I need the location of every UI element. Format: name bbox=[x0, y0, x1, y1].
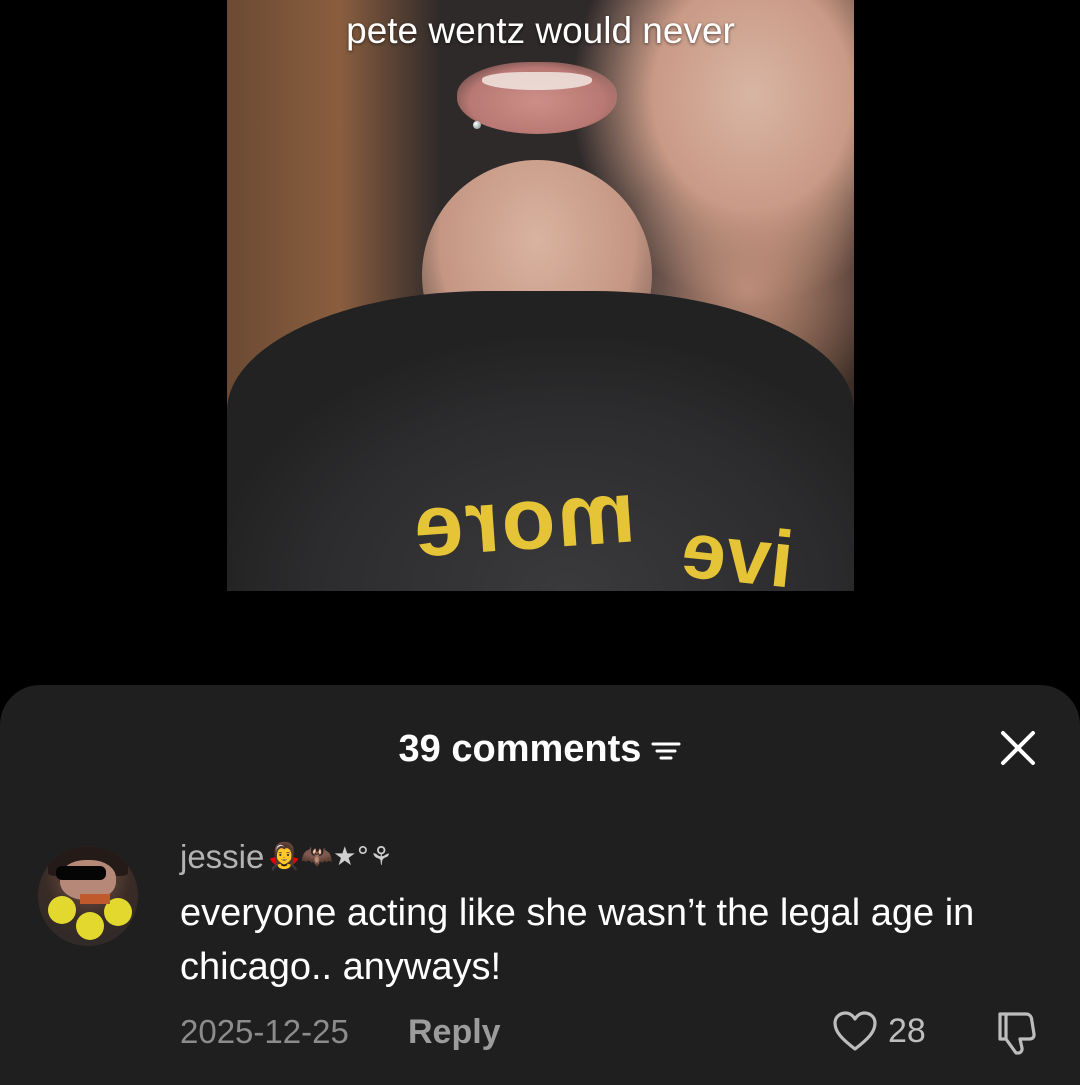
comments-count-button[interactable]: 39 comments bbox=[399, 728, 682, 771]
avatar-sunglasses bbox=[56, 866, 106, 880]
video-player[interactable]: more ive pete wentz would never bbox=[227, 0, 854, 591]
avatar-plush bbox=[76, 912, 104, 940]
like-count: 28 bbox=[888, 1011, 926, 1050]
filter-lines-icon bbox=[651, 742, 681, 759]
comment-text: everyone acting like she wasn’t the lega… bbox=[180, 892, 975, 988]
username-text: jessie bbox=[180, 838, 265, 875]
avatar-tag bbox=[80, 894, 110, 904]
shirt-print-left: more bbox=[408, 461, 639, 576]
heart-outline-icon bbox=[833, 1011, 877, 1051]
comment-date: 2025-12-25 bbox=[180, 1013, 349, 1050]
username-emojis: 🧛‍♀️🦇★°⚘ bbox=[268, 842, 393, 872]
like-button[interactable]: 28 bbox=[832, 1010, 926, 1052]
video-frame-piercing bbox=[473, 121, 481, 129]
video-caption: pete wentz would never bbox=[346, 10, 735, 51]
comments-header: 39 comments bbox=[0, 728, 1080, 771]
thumbs-down-outline-icon[interactable] bbox=[992, 1008, 1042, 1058]
comments-count-label: 39 comments bbox=[398, 728, 642, 770]
close-icon bbox=[1001, 731, 1035, 765]
shirt-print-right: ive bbox=[677, 504, 798, 591]
avatar-plush bbox=[48, 896, 76, 924]
reply-button[interactable]: Reply bbox=[408, 1013, 501, 1052]
avatar[interactable] bbox=[38, 846, 138, 946]
close-button[interactable] bbox=[996, 726, 1040, 770]
comment-username[interactable]: jessie 🧛‍♀️🦇★°⚘ bbox=[180, 838, 393, 876]
video-frame-teeth bbox=[482, 72, 592, 90]
